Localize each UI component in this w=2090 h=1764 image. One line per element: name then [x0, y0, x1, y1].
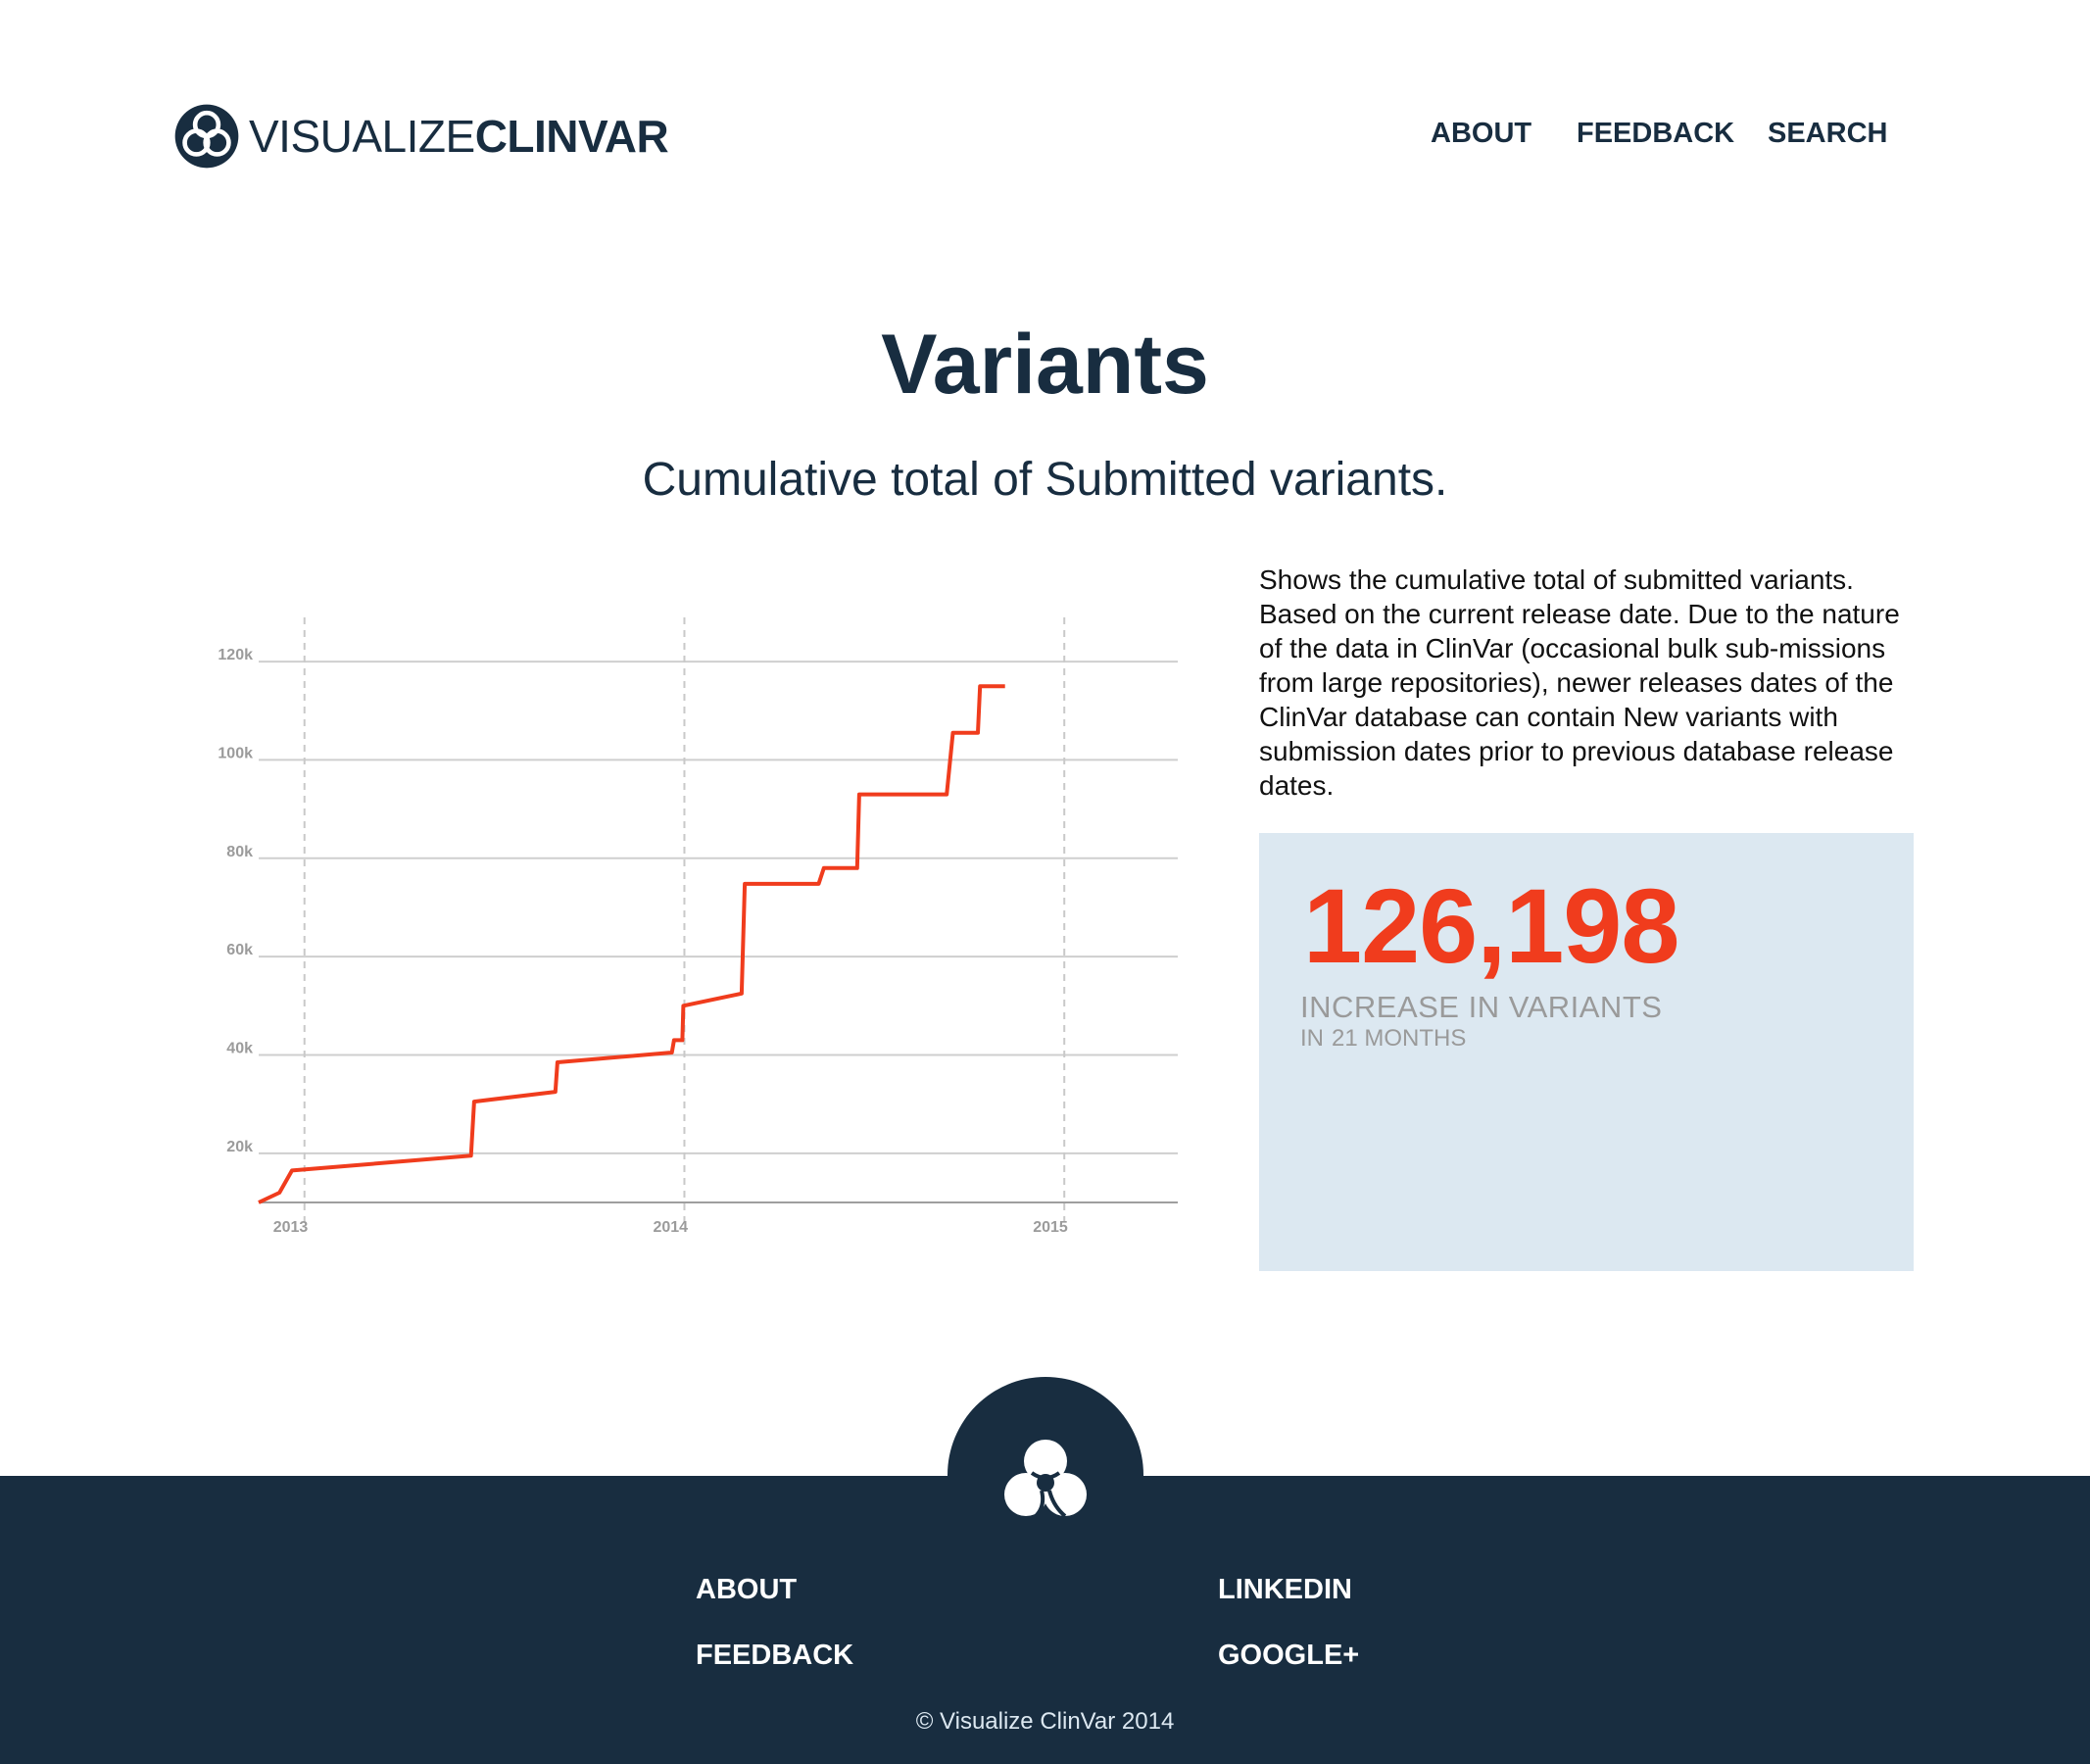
venn-logo-icon — [1004, 1440, 1087, 1518]
stat-label: INCREASE IN VARIANTS — [1300, 990, 1663, 1024]
nav-search-link[interactable]: SEARCH — [1768, 114, 1887, 153]
series-line — [258, 684, 1005, 1204]
site-header: VISUALIZECLINVAR ABOUT FEEDBACK SEARCH — [0, 0, 2090, 255]
y-tick-label: 100k — [218, 745, 253, 761]
nav-feedback-link[interactable]: FEEDBACK — [1577, 114, 1734, 153]
variants-chart: 20k 40k 60k 80k 100k 120k 2013 2014 2015 — [196, 608, 1195, 1254]
page-title: Variants — [881, 318, 1209, 412]
stat-sub-value: 21 MONTHS — [1332, 1025, 1467, 1052]
x-tick-label: 2015 — [1033, 1219, 1068, 1236]
x-tick-label: 2013 — [273, 1219, 309, 1236]
top-nav: ABOUT FEEDBACK SEARCH — [0, 114, 2090, 153]
footer-linkedin-link[interactable]: LINKEDIN — [1218, 1572, 1352, 1607]
y-tick-label: 60k — [226, 942, 253, 958]
stat-sublabel: IN 21 MONTHS — [1300, 1025, 1474, 1053]
footer-about-link[interactable]: ABOUT — [696, 1572, 797, 1607]
stat-sub-prefix: IN — [1300, 1025, 1324, 1052]
y-tick-label: 40k — [226, 1040, 253, 1056]
y-tick-label: 120k — [218, 647, 253, 663]
stat-value: 126,198 — [1303, 866, 1679, 985]
y-tick-label: 20k — [226, 1139, 253, 1155]
chart-description: Shows the cumulative total of submitted … — [1259, 564, 1900, 801]
page-subtitle: Cumulative total of Submitted variants. — [642, 454, 1448, 506]
x-tick-label: 2014 — [653, 1219, 688, 1236]
chart-svg: 20k 40k 60k 80k 100k 120k 2013 2014 2015 — [218, 617, 1178, 1236]
stat-card: 126,198 INCREASE IN VARIANTS IN 21 MONTHS — [1259, 833, 1914, 1271]
y-tick-label: 80k — [226, 844, 253, 860]
footer-feedback-link[interactable]: FEEDBACK — [696, 1638, 853, 1673]
copyright-text: © Visualize ClinVar 2014 — [915, 1708, 1175, 1735]
footer-googleplus-link[interactable]: GOOGLE+ — [1218, 1638, 1359, 1673]
nav-about-link[interactable]: ABOUT — [1431, 114, 1531, 153]
